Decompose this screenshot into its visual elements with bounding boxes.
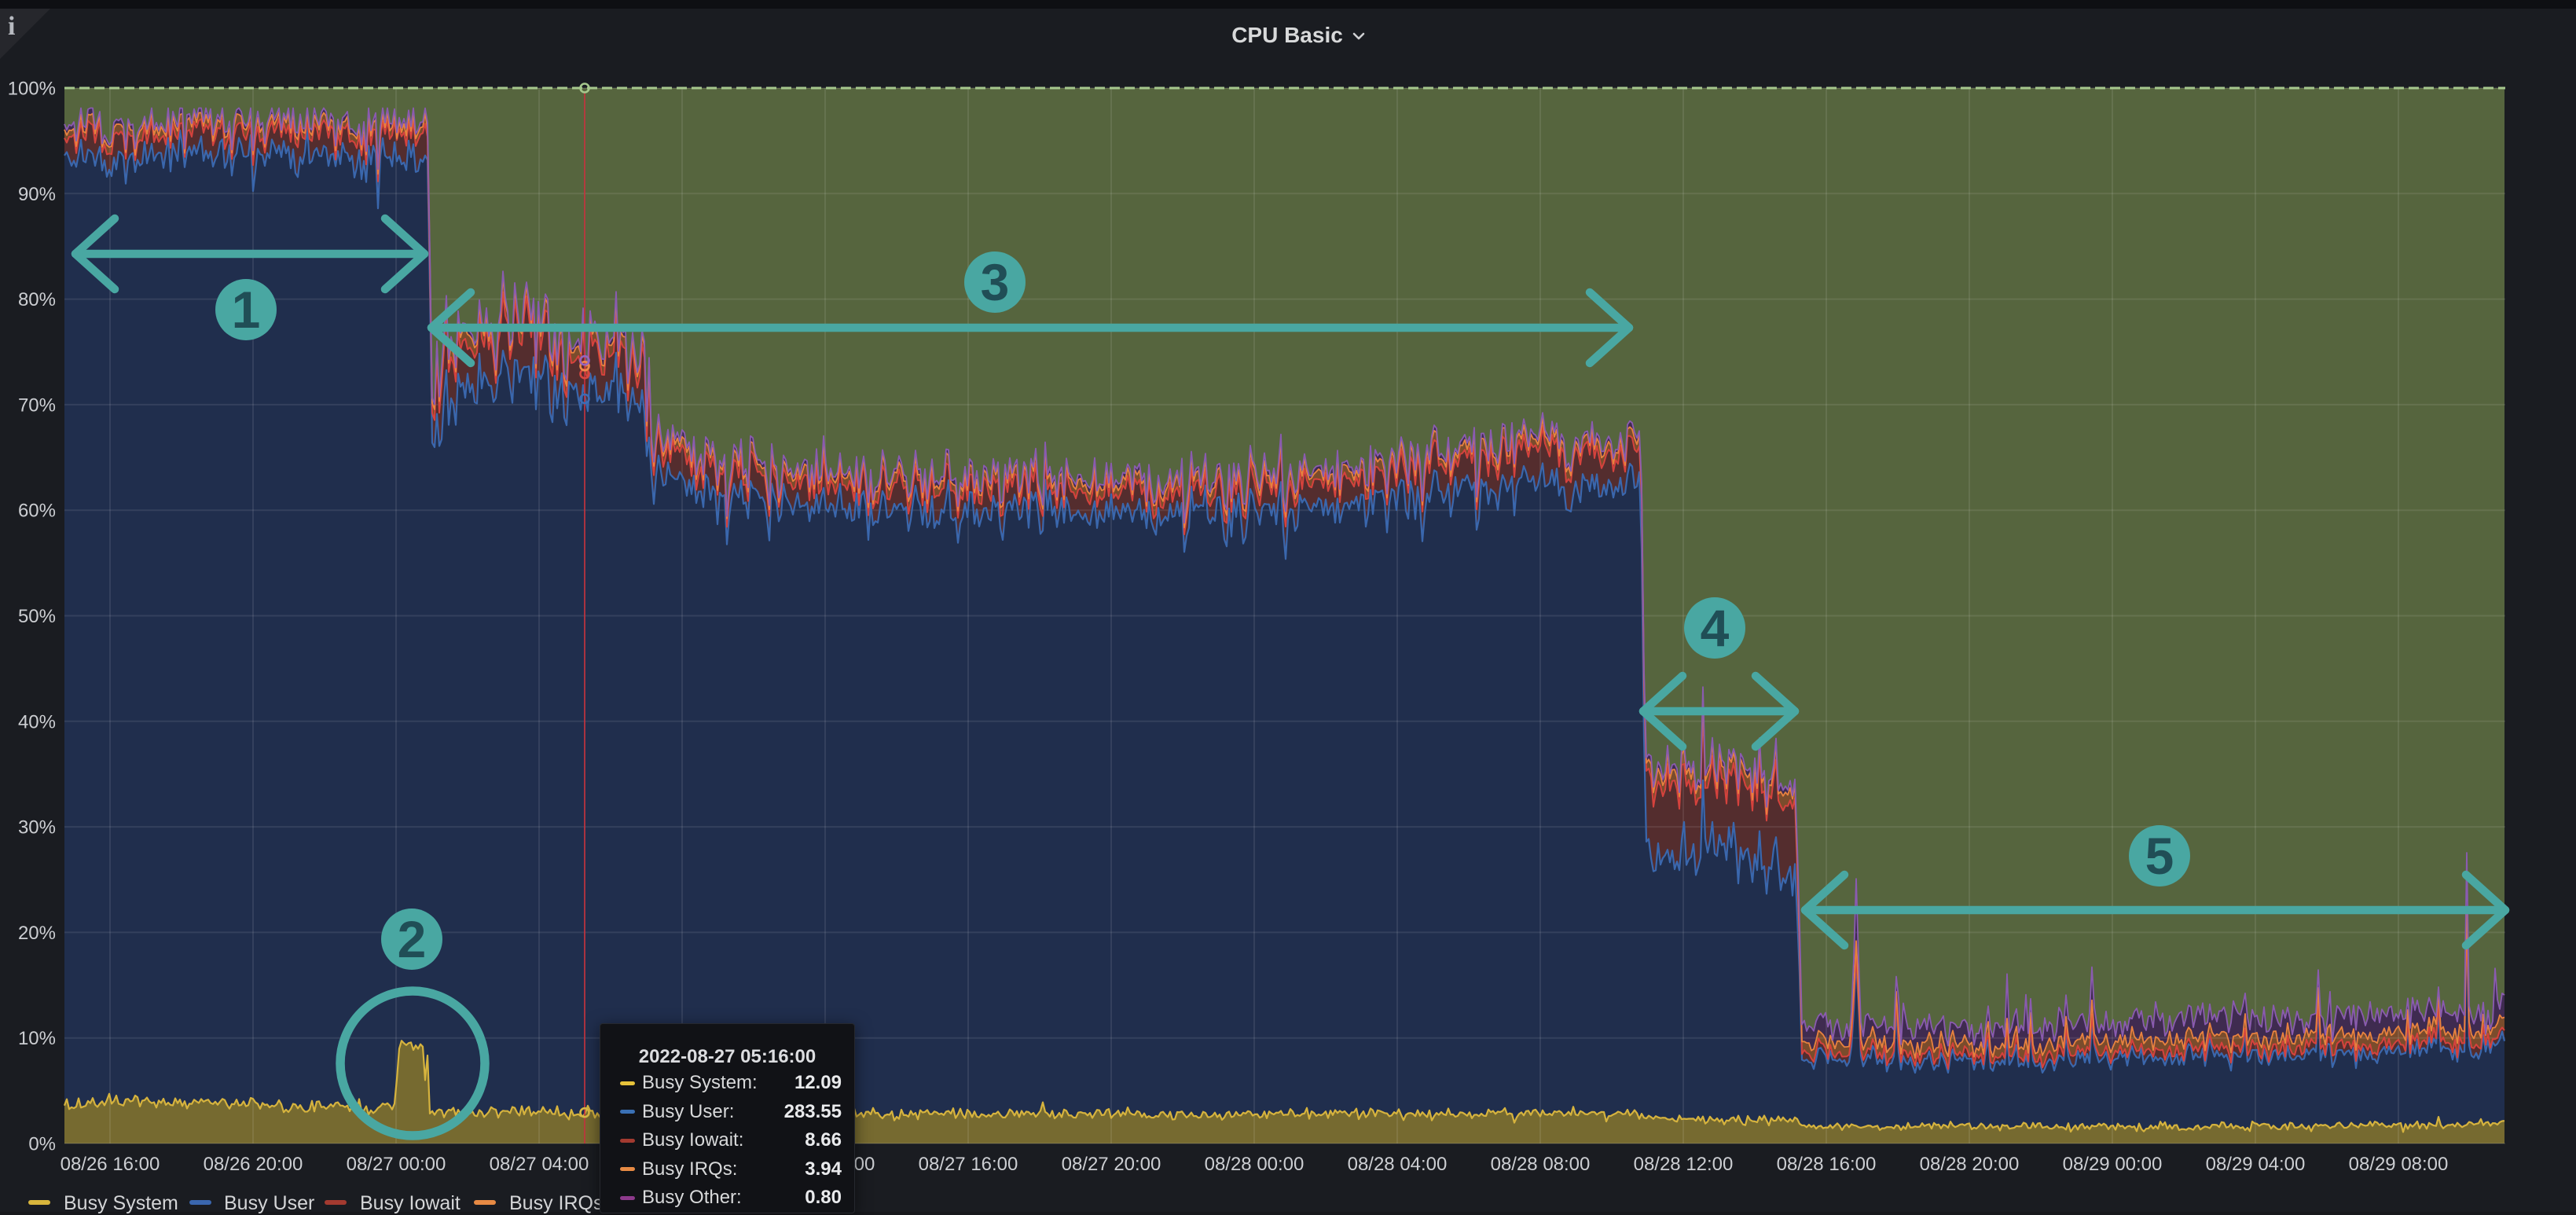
svg-text:1: 1 (232, 281, 261, 339)
svg-text:40%: 40% (18, 711, 56, 732)
svg-text:4: 4 (1701, 599, 1730, 657)
svg-text:08/28 20:00: 08/28 20:00 (1920, 1154, 2020, 1175)
svg-text:30%: 30% (18, 817, 56, 839)
svg-text:70%: 70% (18, 395, 56, 416)
svg-text:08/28 12:00: 08/28 12:00 (1634, 1154, 1734, 1175)
svg-text:20%: 20% (18, 923, 56, 944)
svg-text:80%: 80% (18, 289, 56, 310)
svg-text:0%: 0% (28, 1134, 56, 1155)
svg-text:08/28 00:00: 08/28 00:00 (1205, 1154, 1305, 1175)
svg-text:3: 3 (981, 253, 1010, 311)
svg-text:50%: 50% (18, 606, 56, 627)
svg-text:08/29 00:00: 08/29 00:00 (2063, 1154, 2163, 1175)
svg-text:08/29 08:00: 08/29 08:00 (2349, 1154, 2449, 1175)
svg-text:5: 5 (2145, 827, 2174, 885)
svg-text:08/27 20:00: 08/27 20:00 (1062, 1154, 1161, 1175)
svg-text:08/27 04:00: 08/27 04:00 (490, 1154, 589, 1175)
svg-text:08/28 16:00: 08/28 16:00 (1777, 1154, 1877, 1175)
svg-text:08/27 16:00: 08/27 16:00 (919, 1154, 1018, 1175)
svg-text:08/26 20:00: 08/26 20:00 (204, 1154, 303, 1175)
svg-text:08/29 04:00: 08/29 04:00 (2206, 1154, 2306, 1175)
svg-text:08/28 04:00: 08/28 04:00 (1348, 1154, 1448, 1175)
svg-text:60%: 60% (18, 501, 56, 522)
svg-text:2: 2 (398, 910, 427, 968)
svg-text:08/26 16:00: 08/26 16:00 (61, 1154, 160, 1175)
svg-text:08/27 00:00: 08/27 00:00 (347, 1154, 446, 1175)
svg-text:10%: 10% (18, 1028, 56, 1049)
svg-text:100%: 100% (8, 79, 56, 100)
svg-text:08/28 08:00: 08/28 08:00 (1491, 1154, 1591, 1175)
svg-text:90%: 90% (18, 184, 56, 205)
